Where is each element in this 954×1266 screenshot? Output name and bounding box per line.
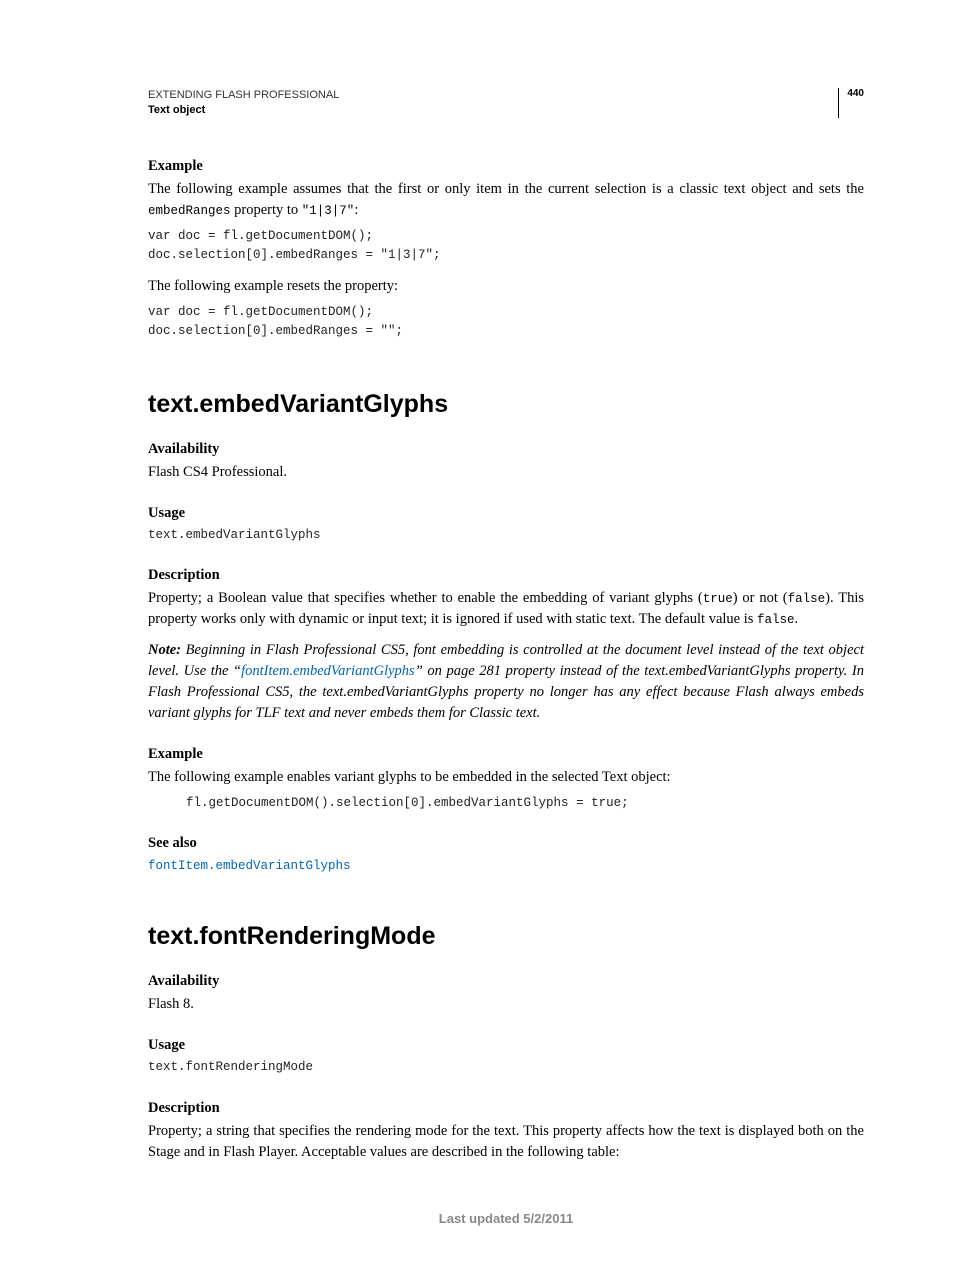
- availability-heading: Availability: [148, 441, 864, 458]
- usage-code: text.fontRenderingMode: [148, 1058, 864, 1077]
- text: property to: [231, 202, 302, 218]
- availability-text: Flash 8.: [148, 994, 864, 1015]
- example-heading: Example: [148, 158, 864, 175]
- seealso-heading: See also: [148, 835, 864, 852]
- inline-code: false: [757, 613, 795, 627]
- section-heading-fontrenderingmode: text.fontRenderingMode: [148, 922, 864, 951]
- availability-heading: Availability: [148, 973, 864, 990]
- description-text: Property; a Boolean value that specifies…: [148, 588, 864, 630]
- example-heading: Example: [148, 746, 864, 763]
- usage-heading: Usage: [148, 505, 864, 522]
- text: The following example assumes that the f…: [148, 181, 864, 197]
- text: Property; a Boolean value that specifies…: [148, 590, 703, 606]
- page: EXTENDING FLASH PROFESSIONAL Text object…: [0, 0, 954, 1266]
- example-text: The following example enables variant gl…: [148, 767, 864, 788]
- reset-intro: The following example resets the propert…: [148, 276, 864, 297]
- description-heading: Description: [148, 567, 864, 584]
- text: .: [795, 611, 799, 627]
- code-block: var doc = fl.getDocumentDOM(); doc.selec…: [148, 303, 864, 342]
- content: Example The following example assumes th…: [148, 158, 864, 1226]
- example-intro: The following example assumes that the f…: [148, 179, 864, 221]
- inline-code: "1|3|7": [302, 204, 355, 218]
- note-link[interactable]: fontItem.embedVariantGlyphs: [241, 663, 415, 679]
- inline-code: embedRanges: [148, 204, 231, 218]
- inline-code: true: [703, 592, 733, 606]
- doc-title: EXTENDING FLASH PROFESSIONAL: [148, 88, 339, 103]
- inline-code: false: [788, 592, 826, 606]
- availability-text: Flash CS4 Professional.: [148, 462, 864, 483]
- page-number-container: 440: [838, 88, 864, 118]
- code-block: var doc = fl.getDocumentDOM(); doc.selec…: [148, 227, 864, 266]
- note-label: Note:: [148, 642, 181, 658]
- footer-updated: Last updated 5/2/2011: [148, 1211, 864, 1226]
- running-header: EXTENDING FLASH PROFESSIONAL Text object…: [148, 88, 864, 119]
- usage-code: text.embedVariantGlyphs: [148, 526, 864, 545]
- note-text: Note: Beginning in Flash Professional CS…: [148, 640, 864, 724]
- running-header-left: EXTENDING FLASH PROFESSIONAL Text object: [148, 88, 339, 119]
- section-heading-embedvariantglyphs: text.embedVariantGlyphs: [148, 390, 864, 419]
- code-block: fl.getDocumentDOM().selection[0].embedVa…: [148, 794, 864, 813]
- doc-section: Text object: [148, 103, 339, 118]
- description-heading: Description: [148, 1100, 864, 1117]
- description-text: Property; a string that specifies the re…: [148, 1121, 864, 1163]
- text: ) or not (: [733, 590, 788, 606]
- seealso-link[interactable]: fontItem.embedVariantGlyphs: [148, 859, 351, 873]
- usage-heading: Usage: [148, 1037, 864, 1054]
- page-number: 440: [845, 88, 864, 99]
- text: :: [354, 202, 358, 218]
